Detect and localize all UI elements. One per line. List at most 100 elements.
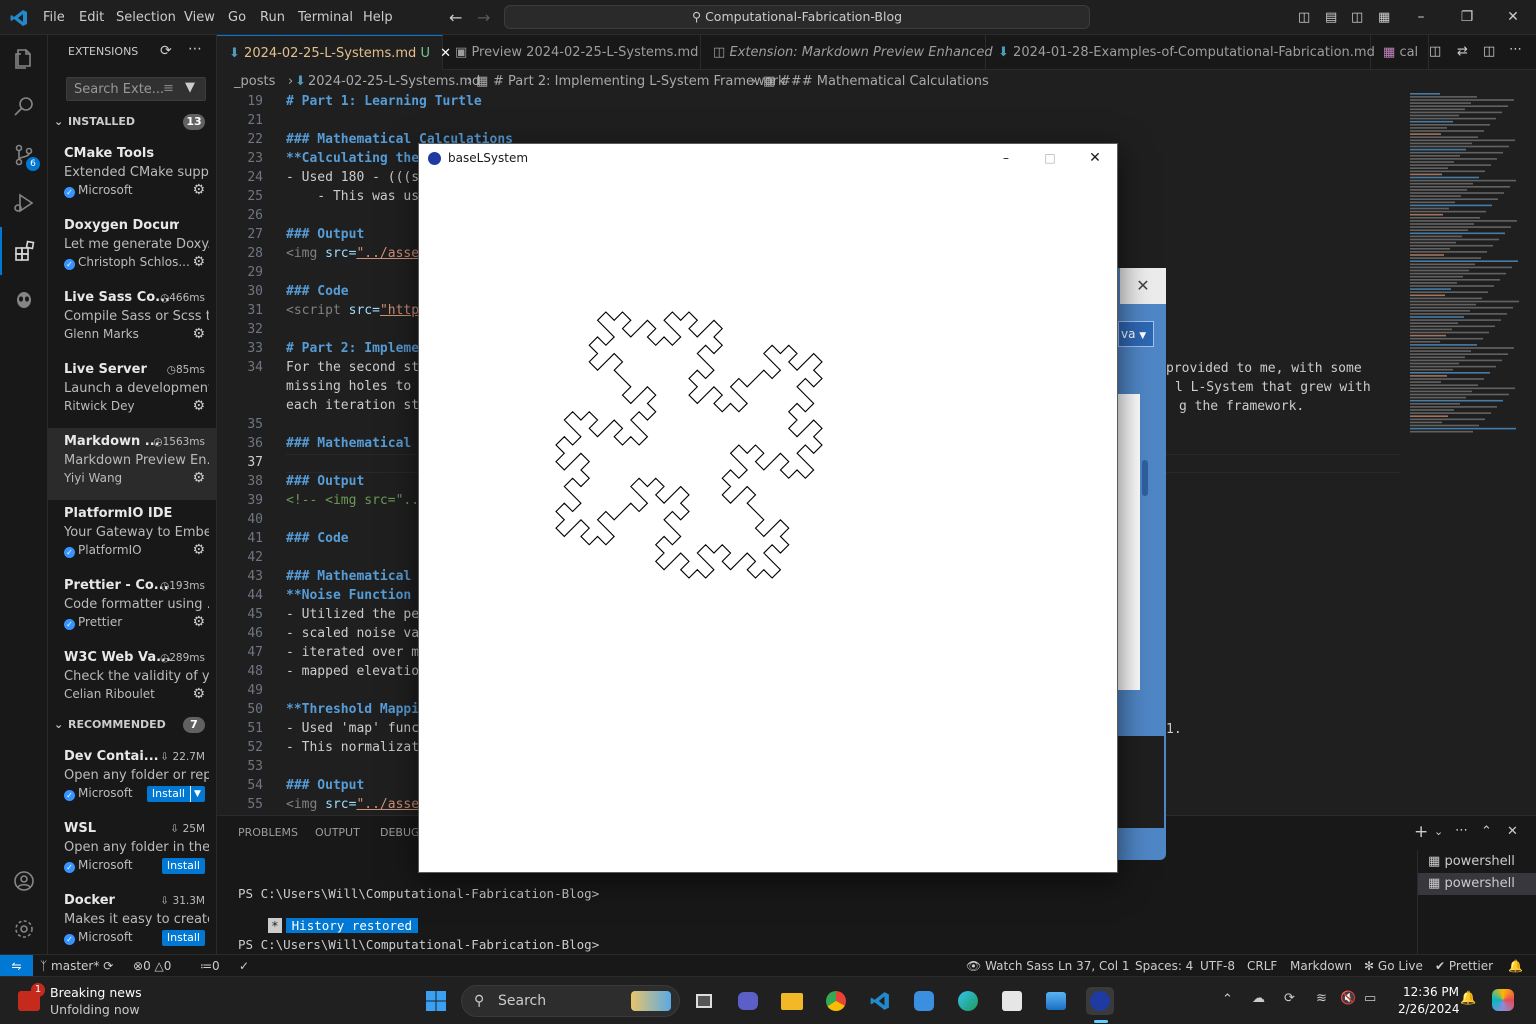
windows-start-icon[interactable]	[422, 987, 450, 1015]
edge-icon[interactable]	[954, 987, 982, 1015]
remote-indicator-icon[interactable]: ⇋	[0, 955, 33, 977]
installed-extension-item[interactable]: CMake Tools Extended CMake supp... ✓ Micros…	[48, 140, 216, 212]
live-share-icon[interactable]: ✓	[239, 955, 249, 977]
terminal-item[interactable]: ▦ powershell	[1418, 873, 1536, 895]
command-center-search[interactable]: ⚲ Computational-Fabrication-Blog	[504, 5, 1090, 29]
prettier-button[interactable]: ✔ Prettier	[1435, 955, 1493, 977]
background-dialog-scrollbar[interactable]	[1142, 460, 1148, 496]
tab-l-systems-md[interactable]: ⬇ 2024-02-25-L-Systems.md U ✕	[217, 35, 451, 70]
terminal-item[interactable]: ▦ powershell	[1418, 851, 1536, 873]
menu-view[interactable]: View	[184, 0, 215, 35]
file-explorer-icon[interactable]	[778, 987, 806, 1015]
breadcrumb-heading-1[interactable]: # Part 2: Implementing L-System Framewor…	[493, 71, 785, 93]
ports-indicator[interactable]: ≔0	[200, 955, 220, 977]
new-terminal-icon[interactable]: +	[1414, 822, 1428, 842]
tab-preview[interactable]: ▣ Preview 2024-02-25-L-Systems.md	[443, 35, 701, 70]
processing-taskbar-icon[interactable]	[1086, 987, 1114, 1015]
editor-more-actions-icon[interactable]: ⋯	[1509, 42, 1522, 57]
menu-go[interactable]: Go	[228, 0, 246, 35]
recommended-extension-item[interactable]: Docker⇩ 31.3MMakes it easy to create...✓…	[48, 887, 216, 954]
forward-arrow-icon[interactable]: →	[477, 0, 490, 35]
manage-gear-icon[interactable]	[0, 905, 48, 953]
sync-icon[interactable]: ⟳	[103, 959, 113, 973]
go-live-button[interactable]: ✻ Go Live	[1364, 955, 1423, 977]
installed-extension-item[interactable]: Markdown ... ◷1563ms Markdown Preview En..…	[48, 428, 216, 500]
recommended-section-header[interactable]: ⌄ RECOMMENDED 7	[48, 714, 216, 736]
installed-section-header[interactable]: ⌄ INSTALLED 13	[48, 111, 216, 133]
toggle-primary-sidebar-icon[interactable]: ◫	[1298, 0, 1310, 35]
install-button[interactable]: Install	[161, 858, 205, 874]
extension-search-input[interactable]: Search Exte... ≡ ▼	[66, 77, 206, 101]
taskbar-search-box[interactable]: ⚲ Search	[461, 985, 680, 1017]
filter-icon[interactable]: ▼	[185, 80, 195, 95]
branch-indicator[interactable]: ᛉ master* ⟳	[40, 955, 113, 977]
news-widget[interactable]: 1 Breaking news Unfolding now	[18, 983, 168, 1019]
close-panel-icon[interactable]: ✕	[1507, 824, 1518, 839]
tab-cal[interactable]: ▦ cal	[1371, 35, 1429, 70]
sketch-window[interactable]: baseLSystem – □ ✕	[418, 143, 1118, 873]
tab-computational-fabrication-md[interactable]: ⬇ 2024-01-28-Examples-of-Computational-F…	[986, 35, 1375, 70]
menu-help[interactable]: Help	[363, 0, 393, 35]
open-changes-icon[interactable]: ◫	[1429, 44, 1441, 59]
toggle-secondary-sidebar-icon[interactable]: ◫	[1351, 0, 1363, 35]
compare-icon[interactable]: ⇄	[1457, 44, 1468, 59]
panel-more-actions-icon[interactable]: ⋯	[1455, 823, 1468, 838]
menu-file[interactable]: File	[43, 0, 65, 35]
sketch-close-button[interactable]: ✕	[1080, 144, 1110, 173]
terminal-prompt[interactable]: PS C:\Users\Will\Computational-Fabricati…	[238, 886, 599, 901]
terminal-prompt[interactable]: PS C:\Users\Will\Computational-Fabricati…	[238, 937, 599, 952]
refresh-icon[interactable]: ⟳	[160, 43, 172, 59]
installed-extension-item[interactable]: Doxygen Documenta... Let me generate Doxy…	[48, 212, 216, 284]
menu-edit[interactable]: Edit	[79, 0, 104, 35]
panel-tab-output[interactable]: OUTPUT	[315, 826, 360, 839]
recommended-extension-item[interactable]: WSL ⇩ 25M Open any folder in the... ✓ Micros…	[48, 815, 216, 887]
battery-icon[interactable]: ▭	[1364, 991, 1376, 1006]
search-icon[interactable]	[0, 83, 48, 131]
panel-tab-problems[interactable]: PROBLEMS	[238, 826, 298, 839]
background-dialog-close-icon[interactable]: ✕	[1120, 268, 1166, 304]
tab-extension-markdown-preview[interactable]: ◫ Extension: Markdown Preview Enhanced	[701, 35, 993, 70]
installed-extension-item[interactable]: W3C Web Va... ◷289ms Check the validity of…	[48, 644, 216, 716]
manage-extension-gear-icon[interactable]: ⚙	[192, 326, 205, 342]
breadcrumb-folder[interactable]: _posts	[234, 71, 275, 93]
maximize-button[interactable]: ❐	[1444, 0, 1490, 35]
maximize-panel-icon[interactable]: ⌃	[1481, 824, 1492, 839]
manage-extension-gear-icon[interactable]: ⚙	[192, 182, 205, 198]
installed-extension-item[interactable]: PlatformIO IDE Your Gateway to Embe... ✓ Pl…	[48, 500, 216, 572]
clock-date[interactable]: 2/26/2024	[1398, 1002, 1460, 1016]
manage-extension-gear-icon[interactable]: ⚙	[192, 470, 205, 486]
install-button[interactable]: Install	[161, 930, 205, 946]
chrome-icon[interactable]	[822, 987, 850, 1015]
extensions-icon[interactable]	[0, 227, 48, 275]
vscode-taskbar-icon[interactable]	[866, 987, 894, 1015]
breadcrumb-heading-2[interactable]: ### Mathematical Calculations	[780, 71, 989, 93]
sync-tray-icon[interactable]: ⟳	[1284, 991, 1295, 1006]
chat-icon[interactable]	[734, 987, 762, 1015]
background-dialog-window[interactable]: ✕ va ▼	[1110, 268, 1166, 860]
manage-extension-gear-icon[interactable]: ⚙	[192, 398, 205, 414]
recommended-extension-item[interactable]: Dev Contai... ⇩ 22.7M Open any folder or r…	[48, 743, 216, 815]
breadcrumb-file[interactable]: 2024-02-25-L-Systems.md	[308, 71, 480, 93]
problems-indicator[interactable]: ⊗0 △0	[133, 955, 171, 977]
menu-selection[interactable]: Selection	[116, 0, 176, 35]
volume-muted-icon[interactable]: 🔇	[1340, 991, 1356, 1006]
toggle-panel-icon[interactable]: ▤	[1325, 0, 1337, 35]
sketch-minimize-button[interactable]: –	[991, 144, 1021, 173]
clear-filter-icon[interactable]: ≡	[163, 81, 174, 96]
task-view-icon[interactable]	[690, 987, 718, 1015]
sketch-maximize-button[interactable]: □	[1035, 144, 1065, 173]
minimize-button[interactable]: –	[1398, 0, 1444, 35]
chevron-down-icon[interactable]: ⌄	[1434, 825, 1443, 838]
close-button[interactable]: ✕	[1490, 0, 1536, 35]
manage-extension-gear-icon[interactable]: ⚙	[192, 254, 205, 270]
alien-extension-icon[interactable]	[0, 275, 48, 323]
notification-bell-icon[interactable]: 🔔	[1460, 991, 1476, 1006]
manage-extension-gear-icon[interactable]: ⚙	[192, 542, 205, 558]
end-of-line[interactable]: CRLF	[1247, 955, 1277, 977]
install-dropdown-chevron-icon[interactable]: ▼	[190, 786, 204, 802]
photos-icon[interactable]	[1042, 987, 1070, 1015]
panel-tab-debug[interactable]: DEBUG	[380, 826, 420, 839]
installed-extension-item[interactable]: Live Server ◷85ms Launch a development... R…	[48, 356, 216, 428]
manage-extension-gear-icon[interactable]: ⚙	[192, 614, 205, 630]
source-control-icon[interactable]: 6	[0, 131, 48, 179]
